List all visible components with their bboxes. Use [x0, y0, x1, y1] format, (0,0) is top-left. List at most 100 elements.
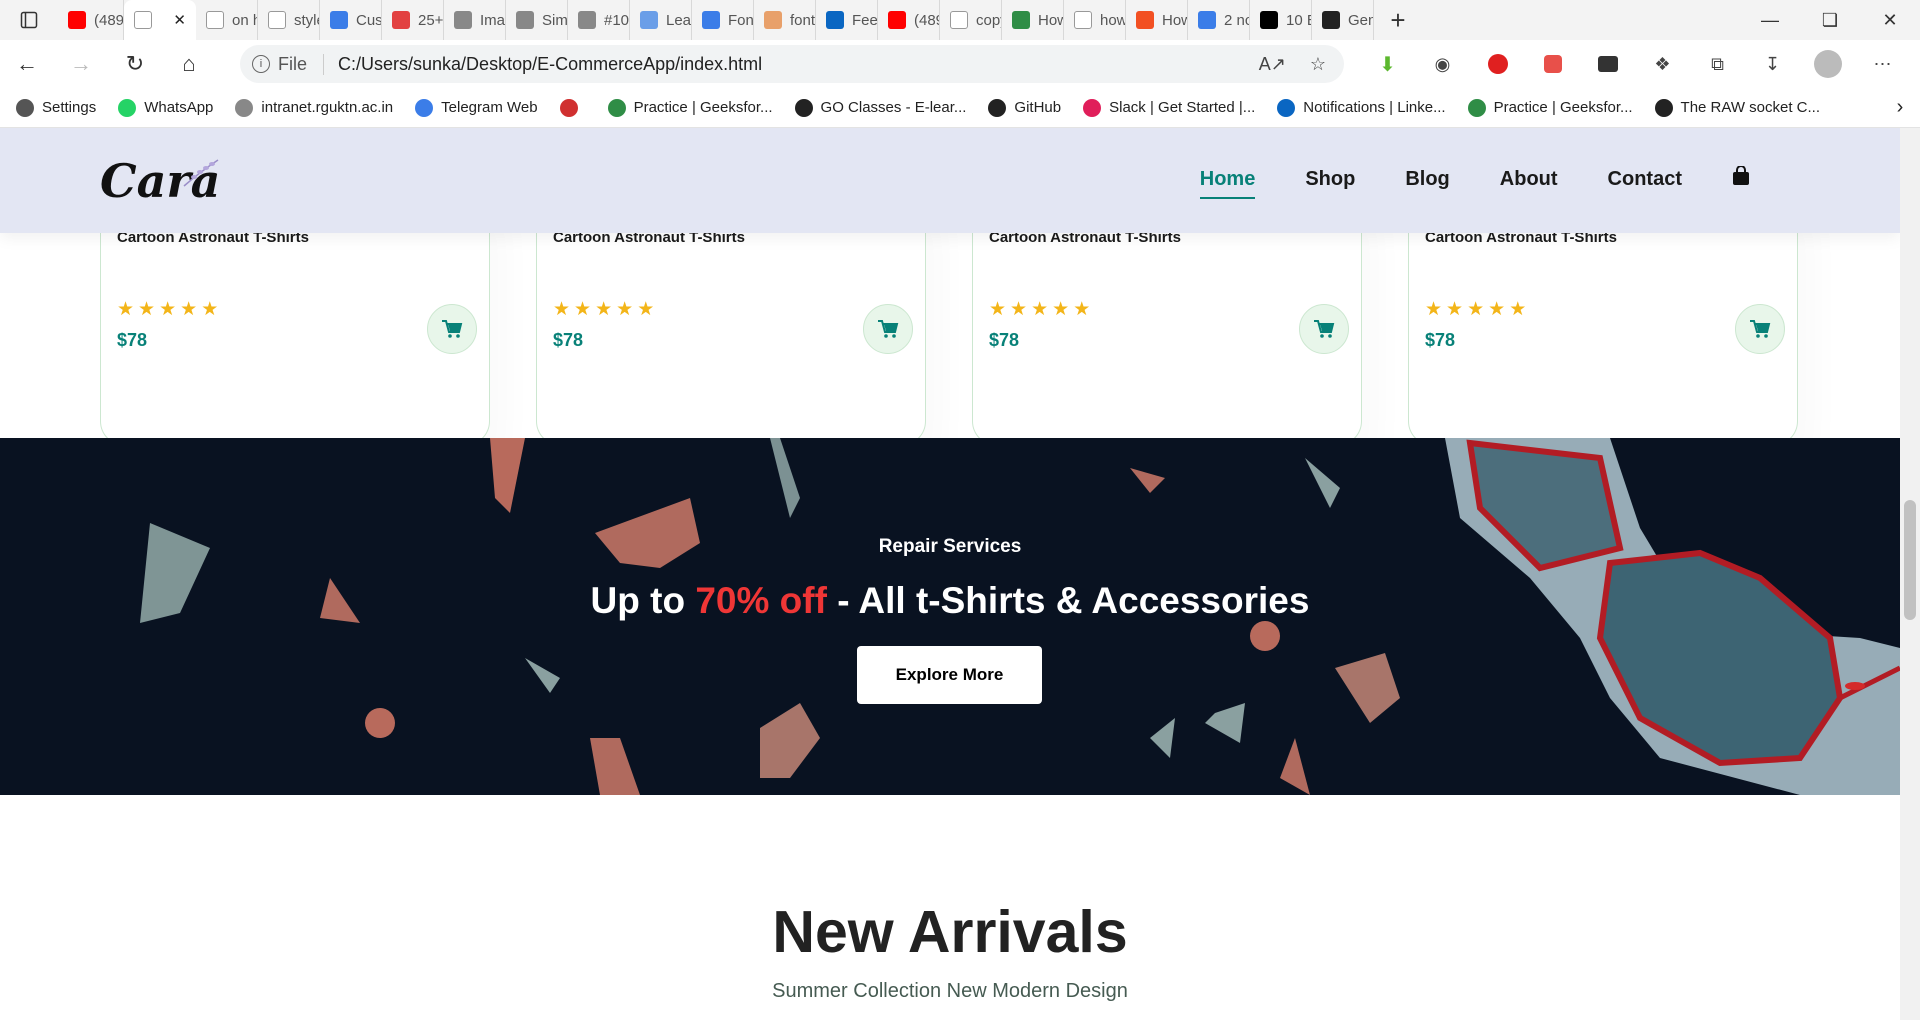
collections-icon[interactable]: ⧉ — [1690, 40, 1745, 88]
site-header: Cara Home Shop Blog About Contact — [0, 128, 1900, 233]
browser-tab[interactable]: Feed — [816, 0, 878, 40]
nav-shop[interactable]: Shop — [1305, 168, 1355, 191]
browser-tab[interactable]: Simp — [506, 0, 568, 40]
browser-tab[interactable]: style — [258, 0, 320, 40]
star-icon: ★ — [1010, 299, 1028, 320]
bookmark-item[interactable]: Slack | Get Started |... — [1083, 98, 1255, 117]
browser-tab[interactable]: How — [1002, 0, 1064, 40]
code-icon — [764, 11, 782, 29]
browser-tab[interactable]: Cust — [320, 0, 382, 40]
search-icon — [1074, 11, 1092, 29]
forward-button[interactable]: → — [54, 40, 108, 88]
restore-icon[interactable]: ❏ — [1800, 0, 1860, 40]
tab-strip: (489 ✕ on h style Cust 25+ Imag Simp #10 Leag Font… — [0, 0, 1920, 40]
new-tab-button[interactable]: + — [1374, 5, 1422, 36]
browser-tab[interactable]: 10 B — [1250, 0, 1312, 40]
browser-tab[interactable]: How — [1126, 0, 1188, 40]
shopping-bag-icon[interactable] — [1732, 165, 1750, 192]
window-controls: — ❏ ✕ — [1740, 0, 1920, 40]
browser-tab[interactable]: copy — [940, 0, 1002, 40]
search-icon — [206, 11, 224, 29]
reload-button[interactable]: ↻ — [108, 40, 162, 88]
page-scrollbar[interactable] — [1900, 128, 1920, 1020]
star-icon: ★ — [595, 299, 613, 320]
bookmark-item[interactable]: Practice | Geeksfor... — [1467, 98, 1633, 117]
home-button[interactable]: ⌂ — [162, 40, 216, 88]
tab-label: 2 nc — [1224, 11, 1250, 29]
go-icon — [794, 98, 813, 117]
pocket-ext-icon[interactable] — [1525, 40, 1580, 88]
browser-tab[interactable]: Leag — [630, 0, 692, 40]
banner-subtitle: Repair Services — [878, 536, 1022, 557]
cart-icon[interactable] — [1299, 304, 1349, 354]
nav-contact[interactable]: Contact — [1608, 168, 1682, 191]
chevron-right-icon[interactable]: › — [1880, 96, 1920, 119]
bookmark-item[interactable]: GO Classes - E-lear... — [794, 98, 966, 117]
new-arrivals-heading: New Arrivals — [772, 899, 1128, 965]
browser-tab[interactable]: 25+ — [382, 0, 444, 40]
browser-tab[interactable]: font — [754, 0, 816, 40]
cart-icon[interactable] — [863, 304, 913, 354]
search-icon — [950, 11, 968, 29]
browser-tab[interactable]: #10 — [568, 0, 630, 40]
star-rating: ★ ★ ★ ★ ★ — [1425, 298, 1526, 321]
browser-tab[interactable]: Font — [692, 0, 754, 40]
star-icon: ★ — [1467, 299, 1485, 320]
star-rating: ★ ★ ★ ★ ★ — [117, 298, 218, 321]
site-info-chip[interactable]: i File — [252, 53, 325, 75]
tab-label: How — [1162, 11, 1187, 29]
bookmark-item[interactable]: Notifications | Linke... — [1277, 98, 1446, 117]
slack-icon — [1083, 98, 1102, 117]
tab-label: 25+ — [418, 11, 444, 29]
tab-label: Imag — [480, 11, 506, 29]
star-rating: ★ ★ ★ ★ ★ — [989, 298, 1090, 321]
scrollbar-thumb[interactable] — [1904, 500, 1916, 620]
cart-icon[interactable] — [427, 304, 477, 354]
bookmark-label: Notifications | Linke... — [1303, 99, 1446, 116]
bookmark-item[interactable]: intranet.rguktn.ac.in — [235, 98, 393, 117]
browser-tab[interactable]: (489 — [878, 0, 940, 40]
explore-more-button[interactable]: Explore More — [857, 646, 1042, 704]
profile-avatar[interactable] — [1800, 40, 1855, 88]
browser-tab[interactable]: on h — [196, 0, 258, 40]
minimize-icon[interactable]: — — [1740, 0, 1800, 40]
bookmark-item[interactable] — [559, 98, 586, 117]
browser-tab[interactable]: Gen — [1312, 0, 1374, 40]
extensions-puzzle-icon[interactable]: ❖ — [1635, 40, 1690, 88]
downloads-icon[interactable]: ↧ — [1745, 40, 1800, 88]
read-aloud-icon[interactable]: A↗ — [1259, 54, 1286, 75]
bookmark-item[interactable]: WhatsApp — [118, 98, 213, 117]
tab-label: Cust — [356, 11, 382, 29]
nav-home[interactable]: Home — [1199, 168, 1255, 199]
star-icon: ★ — [1509, 299, 1527, 320]
tab-actions-icon[interactable] — [0, 0, 58, 40]
bookmark-item[interactable]: GitHub — [988, 98, 1062, 117]
browser-tab[interactable]: how — [1064, 0, 1126, 40]
search-icon — [268, 11, 286, 29]
record-ext-icon[interactable]: ◉ — [1415, 40, 1470, 88]
address-input[interactable]: i File C:/Users/sunka/Desktop/E-Commerce… — [240, 45, 1344, 83]
favorite-star-icon[interactable]: ☆ — [1310, 54, 1326, 75]
browser-tab[interactable]: Imag — [444, 0, 506, 40]
close-window-icon[interactable]: ✕ — [1860, 0, 1920, 40]
bookmark-item[interactable]: Practice | Geeksfor... — [607, 98, 773, 117]
nav-blog[interactable]: Blog — [1405, 168, 1449, 191]
close-tab-icon[interactable]: ✕ — [173, 11, 186, 29]
adblock-ext-icon[interactable] — [1470, 40, 1525, 88]
tab-label: How — [1038, 11, 1063, 29]
bookmark-item[interactable]: Settings — [16, 98, 96, 117]
browser-tab[interactable]: (489 — [58, 0, 124, 40]
more-menu-icon[interactable]: ⋯ — [1855, 40, 1910, 88]
bookmark-label: GitHub — [1014, 99, 1062, 116]
back-button[interactable]: ← — [0, 40, 54, 88]
nav-about[interactable]: About — [1500, 168, 1558, 191]
cart-icon[interactable] — [1735, 304, 1785, 354]
browser-tab[interactable]: ✕ — [124, 0, 196, 40]
password-ext-icon[interactable] — [1580, 40, 1635, 88]
star-icon: ★ — [553, 299, 571, 320]
bookmark-item[interactable]: Telegram Web — [415, 98, 538, 117]
bookmark-item[interactable]: The RAW socket C... — [1654, 98, 1820, 117]
url-text[interactable]: C:/Users/sunka/Desktop/E-CommerceApp/ind… — [338, 54, 762, 75]
download-ext-icon[interactable]: ⬇ — [1360, 40, 1415, 88]
browser-tab[interactable]: 2 nc — [1188, 0, 1250, 40]
